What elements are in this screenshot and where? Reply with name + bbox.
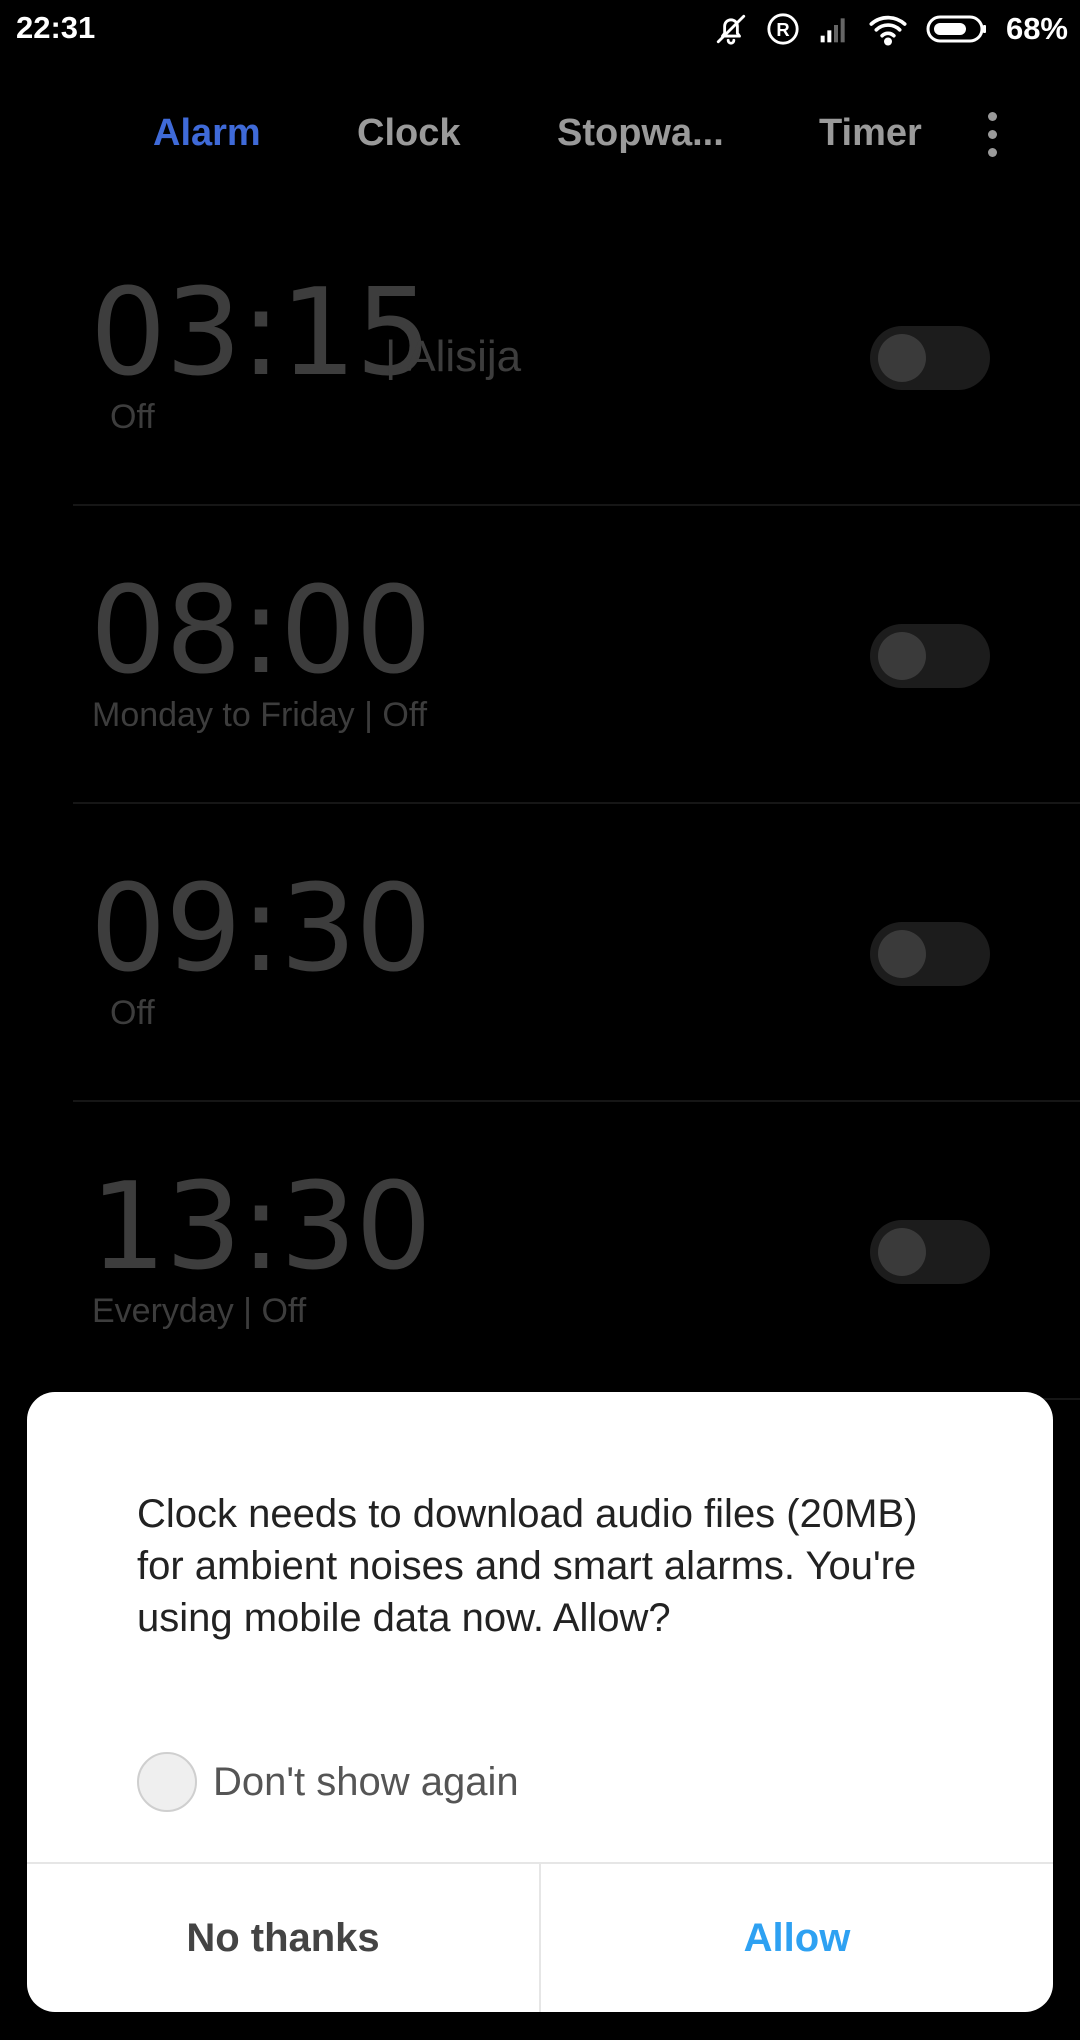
tab-clock[interactable]: Clock [357, 112, 460, 155]
alarm-subtitle: Everyday | Off [92, 1292, 307, 1330]
status-icons: R 68% [714, 8, 1068, 50]
alarm-item[interactable]: 09:30 Off [0, 804, 1080, 1102]
dont-show-again-checkbox[interactable] [137, 1752, 197, 1812]
tab-bar: Alarm Clock Stopwa... Timer [0, 100, 1080, 170]
alarm-item[interactable]: 13:30 Everyday | Off [0, 1102, 1080, 1400]
download-dialog: Clock needs to download audio files (20M… [27, 1392, 1053, 2012]
toggle-knob [878, 1228, 926, 1276]
tab-alarm[interactable]: Alarm [153, 112, 261, 155]
alarm-toggle[interactable] [870, 326, 990, 390]
alarm-toggle[interactable] [870, 1220, 990, 1284]
alarm-label: | Alisija [385, 332, 522, 381]
alarm-subtitle: Off [110, 994, 155, 1032]
alarm-item[interactable]: 08:00 Monday to Friday | Off [0, 506, 1080, 804]
clock-app-screen: 22:31 R 68% Alarm Clock Stopwa... Timer … [0, 0, 1080, 2040]
svg-text:R: R [776, 19, 789, 40]
alarm-time: 09:30 [90, 860, 432, 999]
cell-signal-icon [818, 13, 850, 45]
no-thanks-button[interactable]: No thanks [27, 1864, 539, 2012]
dont-show-again-label: Don't show again [213, 1759, 519, 1804]
tab-timer[interactable]: Timer [819, 112, 922, 155]
tab-stopwatch[interactable]: Stopwa... [557, 112, 724, 155]
alarm-list: 03:15 | Alisija Off 08:00 Monday to Frid… [0, 208, 1080, 1400]
alarm-time: 03:15 [90, 264, 432, 403]
alarm-time: 08:00 [90, 562, 432, 701]
wifi-icon [868, 12, 908, 46]
battery-percent: 68% [1005, 11, 1068, 46]
battery-icon [926, 14, 988, 44]
alarm-toggle[interactable] [870, 624, 990, 688]
toggle-knob [878, 930, 926, 978]
alarm-subtitle: Off [110, 398, 155, 436]
toggle-knob [878, 334, 926, 382]
more-vertical-icon[interactable] [970, 104, 1014, 164]
bell-off-icon [714, 12, 748, 46]
status-bar: 22:31 R 68% [0, 0, 1080, 56]
alarm-item[interactable]: 03:15 | Alisija Off [0, 208, 1080, 506]
status-time: 22:31 [16, 10, 96, 45]
dont-show-again-option[interactable]: Don't show again [137, 1752, 519, 1812]
alarm-subtitle: Monday to Friday | Off [92, 696, 428, 734]
registered-icon: R [766, 12, 800, 46]
alarm-time: 13:30 [90, 1158, 432, 1297]
alarm-toggle[interactable] [870, 922, 990, 986]
toggle-knob [878, 632, 926, 680]
dialog-message: Clock needs to download audio files (20M… [137, 1492, 918, 1640]
allow-button[interactable]: Allow [541, 1864, 1053, 2012]
